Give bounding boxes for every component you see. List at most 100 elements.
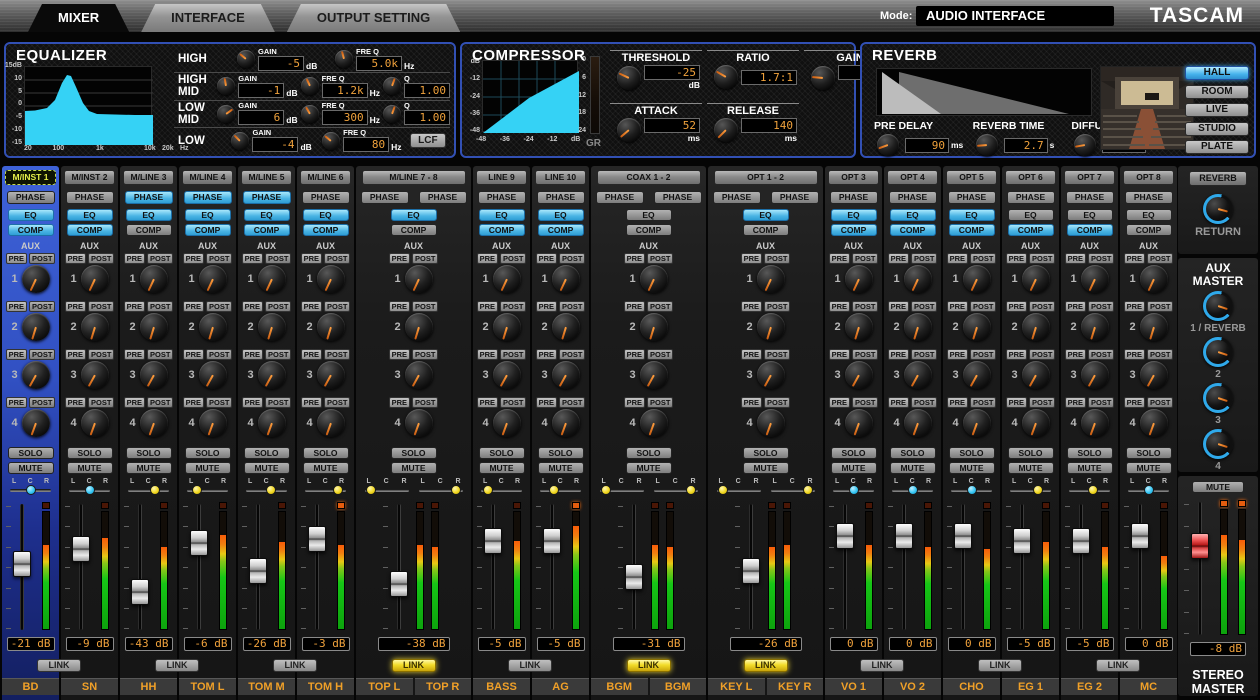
pan-knob-dot[interactable] bbox=[266, 485, 276, 495]
solo-button[interactable]: SOLO bbox=[831, 447, 877, 459]
pan-knob-dot[interactable] bbox=[366, 485, 376, 495]
solo-button[interactable]: SOLO bbox=[303, 447, 349, 459]
fader-track[interactable] bbox=[491, 504, 495, 630]
pre-button[interactable]: PRE bbox=[6, 253, 27, 264]
q-value-display[interactable]: 1.00 bbox=[404, 83, 450, 98]
aux-send-knob[interactable] bbox=[258, 313, 286, 341]
gain-value-display[interactable]: -5 bbox=[258, 56, 304, 71]
aux-send-knob[interactable] bbox=[258, 361, 286, 389]
pre-button[interactable]: PRE bbox=[6, 397, 27, 408]
link-button[interactable]: LINK bbox=[273, 659, 317, 672]
post-button[interactable]: POST bbox=[647, 301, 673, 312]
solo-button[interactable]: SOLO bbox=[67, 447, 113, 459]
aux-send-knob[interactable] bbox=[552, 313, 580, 341]
phase-button[interactable]: PHASE bbox=[66, 191, 114, 204]
post-button[interactable]: POST bbox=[265, 397, 291, 408]
eq-button[interactable]: EQ bbox=[890, 209, 936, 221]
pre-button[interactable]: PRE bbox=[888, 253, 909, 264]
post-button[interactable]: POST bbox=[500, 349, 526, 360]
master-db-display[interactable]: -8 dB bbox=[1190, 642, 1246, 656]
mute-button[interactable]: MUTE bbox=[8, 462, 54, 474]
link-button[interactable]: LINK bbox=[508, 659, 552, 672]
pan-slider[interactable]: LCR bbox=[1067, 478, 1112, 497]
pre-button[interactable]: PRE bbox=[1006, 397, 1027, 408]
post-button[interactable]: POST bbox=[970, 397, 996, 408]
post-button[interactable]: POST bbox=[1147, 397, 1173, 408]
pre-button[interactable]: PRE bbox=[624, 397, 645, 408]
pre-button[interactable]: PRE bbox=[242, 301, 263, 312]
post-button[interactable]: POST bbox=[1088, 397, 1114, 408]
aux-send-knob[interactable] bbox=[1022, 313, 1050, 341]
aux-send-knob[interactable] bbox=[1081, 313, 1109, 341]
phase-button[interactable]: PHASE bbox=[713, 191, 761, 204]
aux-send-knob[interactable] bbox=[904, 409, 932, 437]
post-button[interactable]: POST bbox=[764, 253, 790, 264]
fader-cap[interactable] bbox=[742, 558, 760, 584]
aux-send-knob[interactable] bbox=[199, 409, 227, 437]
pan-knob-dot[interactable] bbox=[1033, 485, 1043, 495]
fader-cap[interactable] bbox=[72, 536, 90, 562]
pre-button[interactable]: PRE bbox=[6, 349, 27, 360]
post-button[interactable]: POST bbox=[911, 301, 937, 312]
pre-button[interactable]: PRE bbox=[1065, 397, 1086, 408]
pan-knob-dot[interactable] bbox=[718, 485, 728, 495]
channel-name-button[interactable]: OPT 5 bbox=[946, 170, 997, 185]
pan-knob-dot[interactable] bbox=[85, 485, 95, 495]
phase-button[interactable]: PHASE bbox=[125, 191, 173, 204]
post-button[interactable]: POST bbox=[647, 397, 673, 408]
comp-button[interactable]: COMP bbox=[8, 224, 54, 236]
pre-button[interactable]: PRE bbox=[829, 349, 850, 360]
post-button[interactable]: POST bbox=[970, 253, 996, 264]
fader-db-display[interactable]: -3 dB bbox=[302, 637, 350, 651]
reverb-type-live[interactable]: LIVE bbox=[1185, 103, 1249, 117]
channel-name-button[interactable]: M/LINE 3 bbox=[123, 170, 174, 185]
pan-knob-dot[interactable] bbox=[451, 485, 461, 495]
pre-button[interactable]: PRE bbox=[65, 349, 86, 360]
post-button[interactable]: POST bbox=[911, 349, 937, 360]
pan-slider[interactable]: LCR bbox=[949, 478, 994, 497]
pre-button[interactable]: PRE bbox=[477, 397, 498, 408]
channel-name-button[interactable]: OPT 4 bbox=[887, 170, 938, 185]
post-button[interactable]: POST bbox=[206, 349, 232, 360]
aux-send-knob[interactable] bbox=[552, 361, 580, 389]
pan-slider[interactable]: LCR bbox=[598, 478, 646, 497]
phase-button[interactable]: PHASE bbox=[1125, 191, 1173, 204]
post-button[interactable]: POST bbox=[647, 349, 673, 360]
aux-master-knob[interactable] bbox=[1203, 383, 1233, 413]
pre-button[interactable]: PRE bbox=[124, 253, 145, 264]
pre-button[interactable]: PRE bbox=[301, 397, 322, 408]
fader-cap[interactable] bbox=[895, 523, 913, 549]
aux-send-knob[interactable] bbox=[405, 361, 433, 389]
eq-gain-knob[interactable] bbox=[231, 132, 249, 150]
fader-cap[interactable] bbox=[1191, 533, 1209, 559]
aux-send-knob[interactable] bbox=[1081, 409, 1109, 437]
eq-button[interactable]: EQ bbox=[1126, 209, 1172, 221]
pan-slider[interactable]: LCR bbox=[831, 478, 876, 497]
post-button[interactable]: POST bbox=[265, 349, 291, 360]
comp-button[interactable]: COMP bbox=[303, 224, 349, 236]
post-button[interactable]: POST bbox=[1088, 301, 1114, 312]
compressor-knob[interactable] bbox=[811, 66, 835, 90]
aux-send-knob[interactable] bbox=[258, 265, 286, 293]
mute-button[interactable]: MUTE bbox=[538, 462, 584, 474]
aux-send-knob[interactable] bbox=[317, 409, 345, 437]
fader-cap[interactable] bbox=[13, 551, 31, 577]
solo-button[interactable]: SOLO bbox=[1067, 447, 1113, 459]
aux-master-knob[interactable] bbox=[1203, 429, 1233, 459]
aux-send-knob[interactable] bbox=[640, 361, 668, 389]
post-button[interactable]: POST bbox=[147, 301, 173, 312]
aux-send-knob[interactable] bbox=[317, 361, 345, 389]
pre-button[interactable]: PRE bbox=[242, 397, 263, 408]
fader-cap[interactable] bbox=[190, 530, 208, 556]
fader-db-display[interactable]: 0 dB bbox=[1125, 637, 1173, 651]
pre-button[interactable]: PRE bbox=[829, 301, 850, 312]
reverb-return-button[interactable]: REVERB bbox=[1189, 171, 1247, 186]
aux-send-knob[interactable] bbox=[140, 409, 168, 437]
aux-master-knob[interactable] bbox=[1203, 291, 1233, 321]
link-button[interactable]: LINK bbox=[392, 659, 436, 672]
link-button[interactable]: LINK bbox=[37, 659, 81, 672]
channel-name-button[interactable]: M/INST 2 bbox=[64, 170, 115, 185]
fader-cap[interactable] bbox=[836, 523, 854, 549]
pan-slider[interactable]: LCR bbox=[363, 478, 411, 497]
aux-send-knob[interactable] bbox=[81, 409, 109, 437]
